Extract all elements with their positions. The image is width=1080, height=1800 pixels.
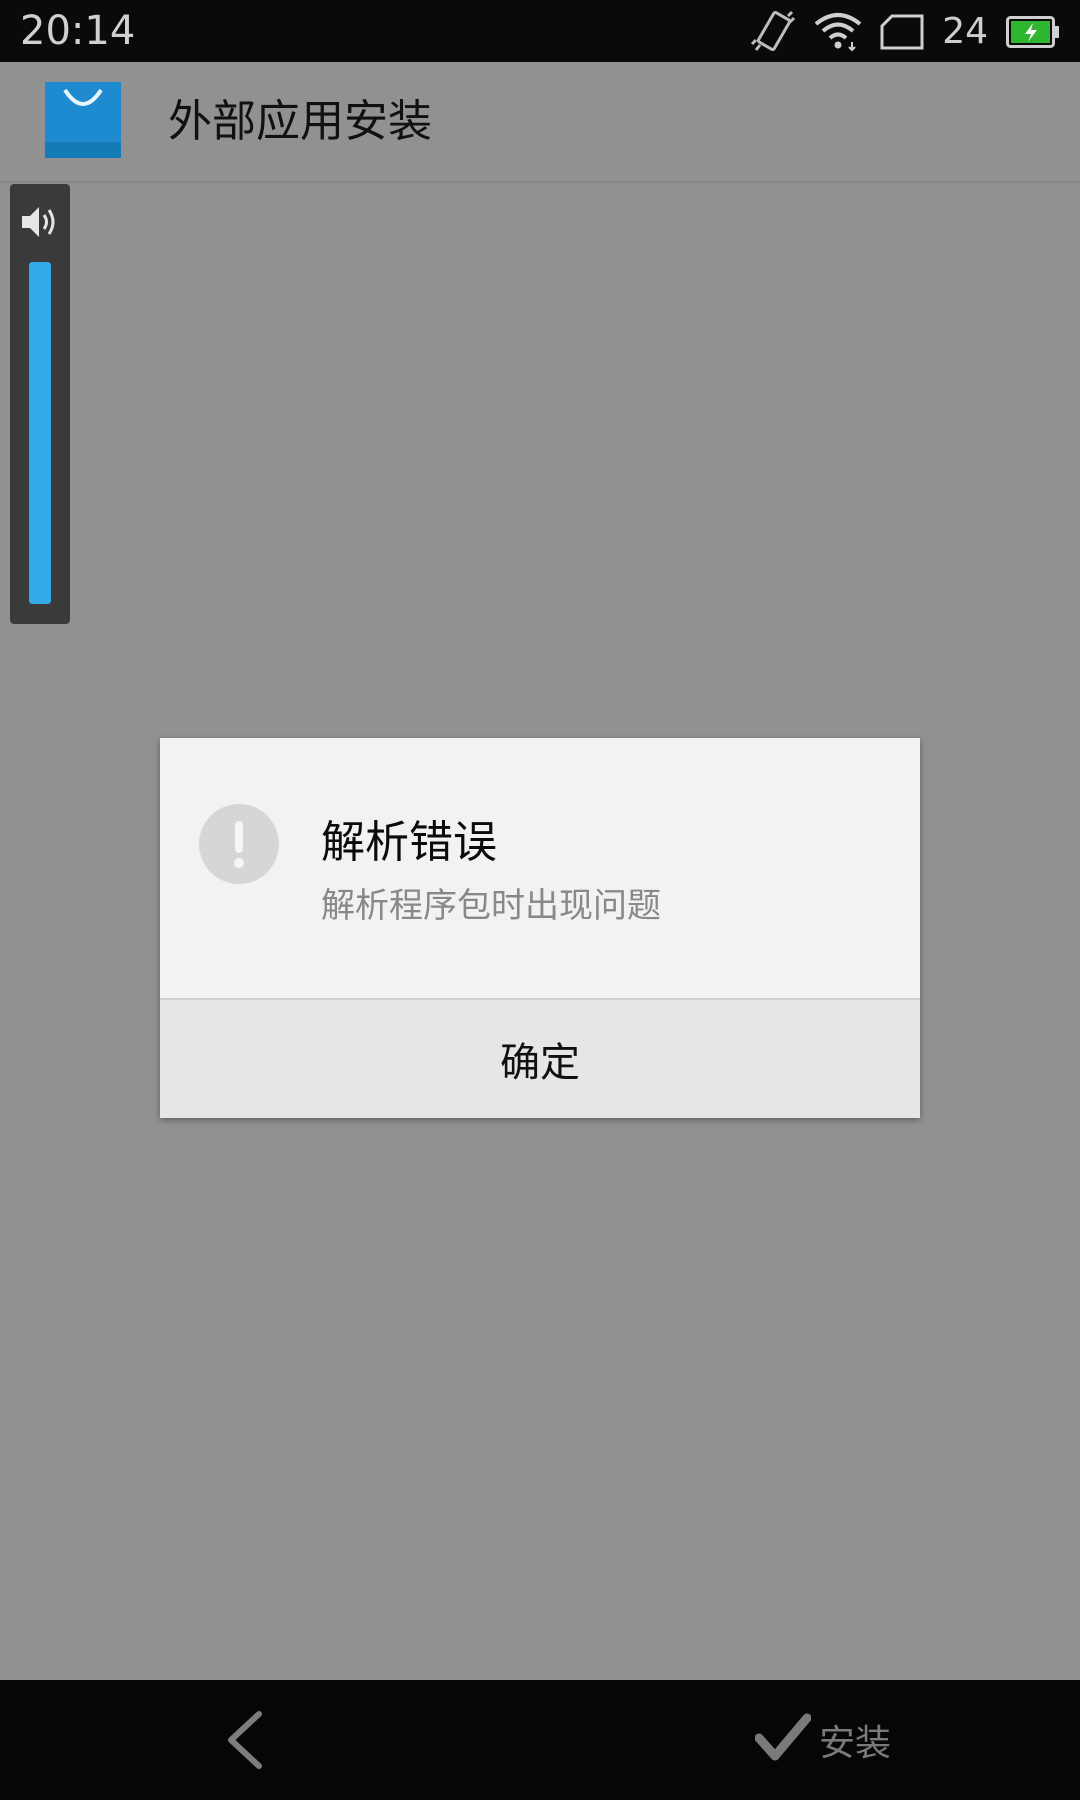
vibrate-icon xyxy=(750,10,796,54)
page-title: 外部应用安装 xyxy=(168,96,432,147)
signal-number: 24 xyxy=(942,11,988,52)
confirm-button[interactable]: 确定 xyxy=(160,1000,920,1118)
bottom-bar: 安装 xyxy=(0,1680,1080,1800)
volume-panel xyxy=(10,184,70,624)
status-bar: 20:14 24 xyxy=(0,0,1080,62)
app-store-bag-icon xyxy=(45,82,121,158)
install-button[interactable]: 安装 xyxy=(754,1702,892,1778)
volume-slider[interactable] xyxy=(29,262,51,604)
sim-card-icon xyxy=(880,14,924,50)
chevron-left-icon[interactable] xyxy=(215,1708,275,1772)
error-dialog: 解析错误 解析程序包时出现问题 确定 xyxy=(160,738,920,1118)
volume-level xyxy=(29,262,51,604)
app-header: 外部应用安装 xyxy=(0,62,1080,183)
check-icon xyxy=(754,1712,812,1768)
status-icons: 24 xyxy=(750,8,1060,56)
speaker-icon xyxy=(19,202,61,246)
battery-charging-icon xyxy=(1006,16,1060,48)
install-label: 安装 xyxy=(819,1723,892,1764)
status-time: 20:14 xyxy=(20,8,136,54)
dialog-title: 解析错误 xyxy=(321,817,497,868)
dialog-message: 解析程序包时出现问题 xyxy=(321,886,661,926)
exclamation-icon xyxy=(199,804,279,884)
wifi-icon xyxy=(814,12,862,52)
